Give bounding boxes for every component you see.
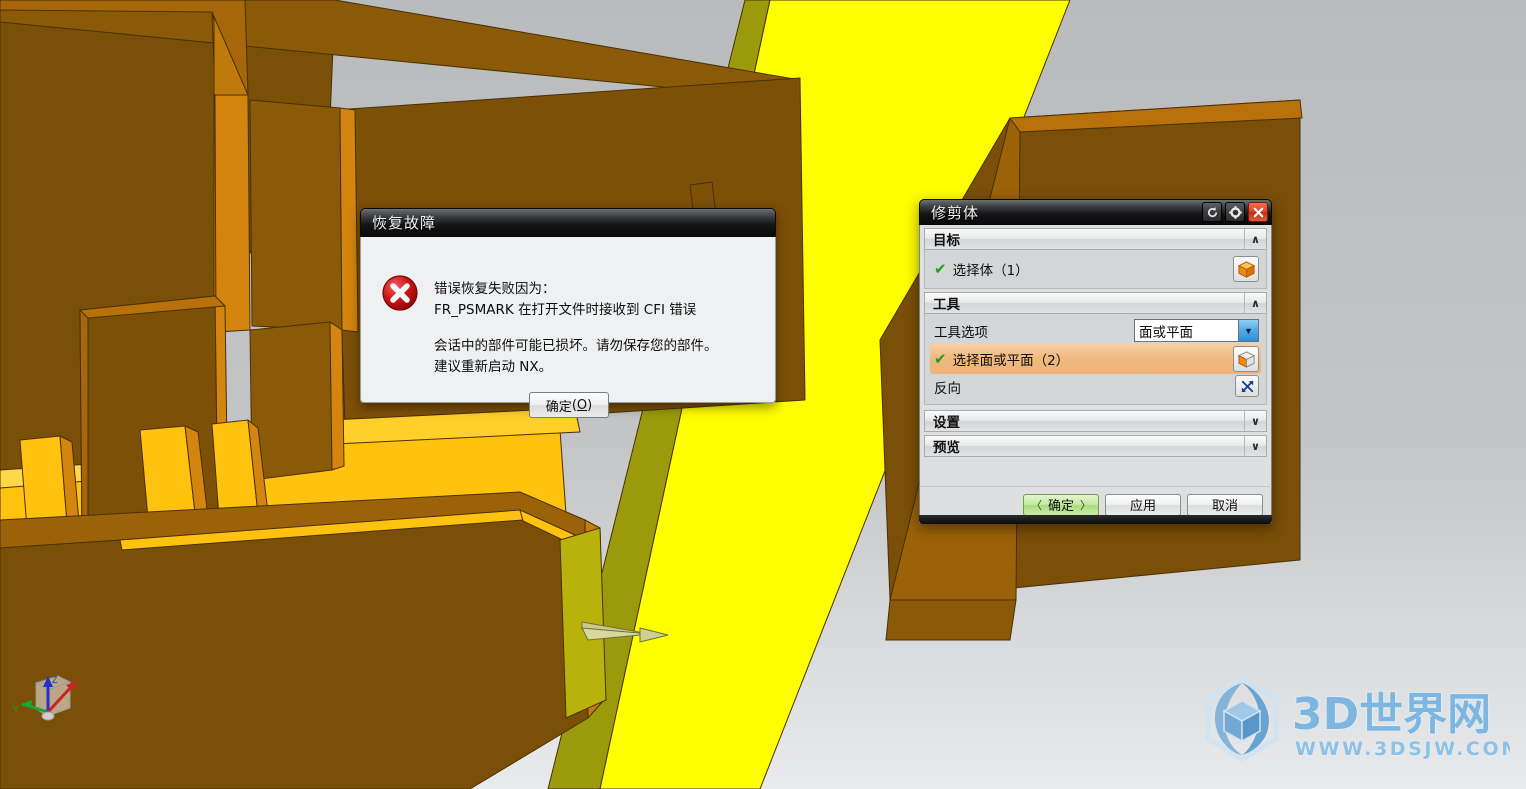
section-target-label: 目标 — [933, 233, 960, 249]
trim-panel-titlebar[interactable]: 修剪体 — [919, 199, 1272, 225]
select-face-count: （2） — [1033, 353, 1070, 369]
site-watermark: 3D世界网 WWW.3DSJW.COM — [1205, 676, 1510, 762]
select-body-count: （1） — [993, 263, 1029, 279]
error-dialog-titlebar[interactable]: 恢复故障 — [360, 208, 776, 237]
recovery-error-dialog: 恢复故障 错误恢复失败因为： FR_PSMARK 在打开文件时接收到 CFI 错… — [360, 208, 776, 418]
svg-text:X: X — [72, 678, 78, 688]
cancel-button-label: 取消 — [1211, 499, 1238, 514]
reset-icon — [1207, 206, 1217, 217]
error-message-line-3: 会话中的部件可能已损坏。请勿保存您的部件。 — [434, 338, 718, 354]
watermark-url: WWW.3DSJW.COM — [1295, 738, 1510, 760]
section-body-tool: 工具选项 面或平面 ▼ ✔ 选择面或平面 （2） 反向 — [924, 314, 1267, 405]
section-tool-label: 工具 — [933, 297, 960, 313]
close-button[interactable] — [1248, 202, 1268, 222]
tool-option-select[interactable]: 面或平面 ▼ — [1134, 319, 1259, 342]
apply-button[interactable]: 应用 — [1105, 493, 1181, 516]
trim-panel-title: 修剪体 — [931, 203, 980, 222]
close-icon — [1253, 207, 1263, 217]
trim-panel-body: 目标 ∧ ✔ 选择体 （1） 工具 ∧ 工具选项 面或平面 ▼ ✔ 选择面或平面… — [919, 225, 1272, 497]
error-message-line-1: 错误恢复失败因为： — [434, 281, 556, 297]
tool-option-value: 面或平面 — [1139, 324, 1193, 341]
select-face-row[interactable]: ✔ 选择面或平面 （2） — [930, 344, 1261, 374]
hexagon-cube-logo — [1205, 676, 1279, 762]
section-header-settings[interactable]: 设置 ∨ — [924, 410, 1267, 432]
trim-panel-footer — [919, 515, 1272, 524]
gear-icon — [1228, 205, 1242, 219]
apply-button-label: 应用 — [1129, 499, 1156, 514]
tool-option-row: 工具选项 面或平面 ▼ — [930, 318, 1261, 344]
section-preview-label: 预览 — [933, 440, 960, 456]
watermark-brand: 3D世界网 — [1292, 689, 1491, 740]
section-header-preview[interactable]: 预览 ∨ — [924, 435, 1267, 457]
error-circle-x-icon — [382, 275, 418, 311]
error-message-line-4: 建议重新启动 NX。 — [434, 359, 553, 375]
error-message-line-2: FR_PSMARK 在打开文件时接收到 CFI 错误 — [434, 302, 697, 318]
chevron-down-icon[interactable]: ∨ — [1244, 436, 1266, 456]
nx-application-window: Y Z X 恢复故障 错误恢复失败因为： FR_PSMARK 在打开文件时接收到… — [0, 0, 1526, 789]
reverse-direction-button[interactable] — [1235, 375, 1259, 397]
svg-text:Y: Y — [13, 704, 19, 714]
error-ok-button[interactable]: 确定(O) — [529, 392, 609, 418]
chevron-up-icon[interactable]: ∧ — [1244, 229, 1266, 249]
reverse-row[interactable]: 反向 — [930, 374, 1261, 400]
trim-panel-titlebar-buttons — [1202, 202, 1268, 222]
check-icon: ✔ — [934, 351, 947, 368]
chevron-down-icon[interactable]: ▼ — [1238, 320, 1258, 341]
chevron-down-icon[interactable]: ∨ — [1244, 411, 1266, 431]
ok-button[interactable]: 〈 确定 〉 — [1023, 493, 1099, 516]
settings-gear-button[interactable] — [1225, 202, 1245, 222]
face-cube-icon — [1237, 350, 1255, 368]
select-face-button[interactable] — [1233, 346, 1259, 372]
error-dialog-title: 恢复故障 — [372, 214, 437, 232]
ok-button-label: 确定 — [1047, 499, 1074, 514]
select-body-row[interactable]: ✔ 选择体 （1） — [930, 254, 1261, 284]
reverse-label: 反向 — [934, 381, 961, 397]
select-body-label: 选择体 — [952, 263, 994, 279]
svg-text:Z: Z — [52, 675, 58, 685]
error-message: 错误恢复失败因为： FR_PSMARK 在打开文件时接收到 CFI 错误 会话中… — [434, 279, 763, 378]
check-icon: ✔ — [934, 261, 947, 278]
cancel-button[interactable]: 取消 — [1187, 493, 1263, 516]
section-body-target: ✔ 选择体 （1） — [924, 250, 1267, 289]
section-settings-label: 设置 — [933, 415, 960, 431]
chevron-right-icon: 〉 — [1080, 498, 1091, 512]
trim-body-panel: 修剪体 目标 ∧ ✔ 选择体 （1） 工具 ∧ 工具选项 面或平面 ▼ ✔ 选择… — [919, 199, 1272, 523]
tool-option-label: 工具选项 — [934, 325, 988, 341]
section-header-target[interactable]: 目标 ∧ — [924, 228, 1267, 250]
error-ok-accel: O — [576, 397, 588, 413]
error-dialog-body: 错误恢复失败因为： FR_PSMARK 在打开文件时接收到 CFI 错误 会话中… — [360, 237, 776, 418]
chevron-up-icon[interactable]: ∧ — [1244, 293, 1266, 313]
reset-button[interactable] — [1202, 202, 1222, 222]
chevron-left-icon: 〈 — [1030, 498, 1042, 512]
solid-cube-icon — [1237, 260, 1255, 278]
select-body-button[interactable] — [1233, 256, 1259, 282]
section-header-tool[interactable]: 工具 ∧ — [924, 292, 1267, 314]
error-ok-label: 确定 — [545, 399, 572, 415]
select-face-label: 选择面或平面 — [952, 353, 1034, 369]
reverse-direction-icon — [1241, 380, 1253, 392]
